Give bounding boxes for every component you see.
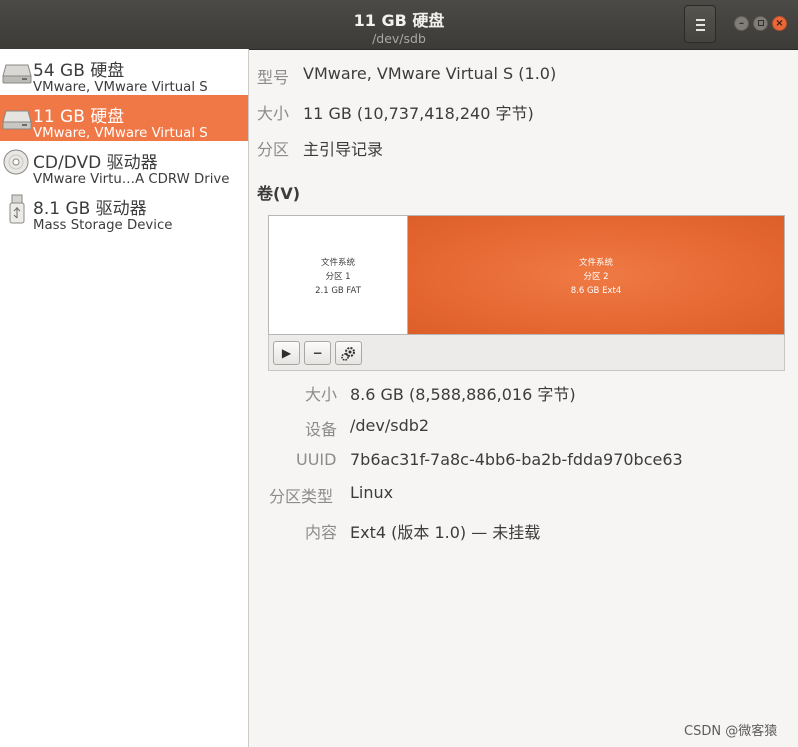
- drive-description: VMware Virtu…A CDRW Drive: [33, 172, 230, 187]
- hard-disk-icon: [2, 110, 32, 130]
- partition-1-text: 文件系统 分区 1 2.1 GB FAT: [269, 256, 407, 298]
- hamburger-menu-icon-line: [696, 29, 705, 31]
- uuid-label: UUID: [296, 450, 337, 469]
- disk-details-panel: 型号 VMware, VMware Virtual S (1.0) 大小 11 …: [249, 49, 798, 747]
- close-icon: ×: [775, 18, 784, 29]
- volumes-heading: 卷(V): [257, 184, 301, 203]
- hamburger-menu-button[interactable]: [684, 5, 716, 43]
- drive-item-cd-dvd[interactable]: CD/DVD 驱动器 VMware Virtu…A CDRW Drive: [0, 141, 248, 187]
- drive-description: VMware, VMware Virtual S: [33, 126, 208, 141]
- partitioning-value: 主引导记录: [303, 140, 384, 159]
- partitioning-label: 分区: [257, 140, 290, 159]
- volume-size-value: 8.6 GB (8,588,886,016 字节): [350, 385, 576, 404]
- partition-1-line3: 2.1 GB FAT: [315, 286, 361, 296]
- window-subtitle: /dev/sdb: [372, 31, 426, 46]
- optical-disc-icon: [3, 149, 29, 175]
- model-value: VMware, VMware Virtual S (1.0): [303, 64, 557, 83]
- partition-1-line1: 文件系统: [320, 258, 355, 268]
- gears-icon: [341, 347, 355, 361]
- close-button[interactable]: ×: [772, 16, 787, 31]
- drive-description: Mass Storage Device: [33, 218, 173, 233]
- drive-name: 54 GB 硬盘: [33, 61, 125, 81]
- minimize-icon: –: [739, 18, 744, 29]
- drive-item-11gb[interactable]: 11 GB 硬盘 VMware, VMware Virtual S: [0, 95, 248, 141]
- mount-button[interactable]: ▶: [273, 341, 300, 365]
- device-label: 设备: [305, 420, 338, 439]
- partition-type-value: Linux: [350, 483, 394, 502]
- uuid-value: 7b6ac31f-7a8c-4bb6-ba2b-fdda970bce63: [350, 450, 683, 469]
- model-label: 型号: [257, 68, 290, 87]
- volume-toolbar: ▶ −: [268, 335, 785, 371]
- usb-drive-icon: [9, 194, 25, 224]
- partition-type-label: 分区类型: [269, 487, 334, 506]
- partition-2-line2: 分区 2: [583, 272, 609, 282]
- hard-disk-icon: [2, 64, 32, 84]
- partition-2-line3: 8.6 GB Ext4: [570, 286, 622, 296]
- partition-settings-button[interactable]: [335, 341, 362, 365]
- maximize-icon: [757, 20, 764, 26]
- drive-name: CD/DVD 驱动器: [33, 153, 158, 173]
- partition-1-block[interactable]: 文件系统 分区 1 2.1 GB FAT: [269, 216, 408, 334]
- window-title: 11 GB 硬盘: [353, 11, 445, 30]
- drive-list-sidebar: 54 GB 硬盘 VMware, VMware Virtual S 11 GB …: [0, 49, 249, 747]
- drive-description: VMware, VMware Virtual S: [33, 80, 208, 95]
- hamburger-menu-icon-line: [696, 24, 705, 26]
- partition-2-block[interactable]: 文件系统 分区 2 8.6 GB Ext4: [408, 216, 784, 334]
- size-label: 大小: [257, 104, 290, 123]
- drive-name: 8.1 GB 驱动器: [33, 199, 147, 219]
- drive-name: 11 GB 硬盘: [33, 107, 125, 127]
- minimize-button[interactable]: –: [734, 16, 749, 31]
- contents-label: 内容: [305, 523, 338, 542]
- device-value: /dev/sdb2: [350, 416, 430, 435]
- partition-2-line1: 文件系统: [578, 258, 613, 268]
- hamburger-menu-icon: [696, 19, 705, 21]
- drive-item-usb[interactable]: 8.1 GB 驱动器 Mass Storage Device: [0, 187, 248, 233]
- play-icon: ▶: [281, 346, 292, 360]
- minus-icon: −: [312, 346, 323, 360]
- volume-map: 文件系统 分区 1 2.1 GB FAT 文件系统 分区 2 8.6 GB Ex…: [268, 215, 785, 335]
- header-bar: 11 GB 硬盘 /dev/sdb – ×: [0, 0, 798, 50]
- delete-partition-button[interactable]: −: [304, 341, 331, 365]
- size-value: 11 GB (10,737,418,240 字节): [303, 104, 534, 123]
- partition-1-line2: 分区 1: [325, 272, 351, 282]
- watermark: CSDN @微客猿: [684, 724, 778, 739]
- volume-size-label: 大小: [305, 385, 338, 404]
- contents-value: Ext4 (版本 1.0) — 未挂载: [350, 523, 541, 542]
- maximize-button[interactable]: [753, 16, 768, 31]
- partition-2-text: 文件系统 分区 2 8.6 GB Ext4: [408, 256, 784, 298]
- drive-item-54gb[interactable]: 54 GB 硬盘 VMware, VMware Virtual S: [0, 49, 248, 95]
